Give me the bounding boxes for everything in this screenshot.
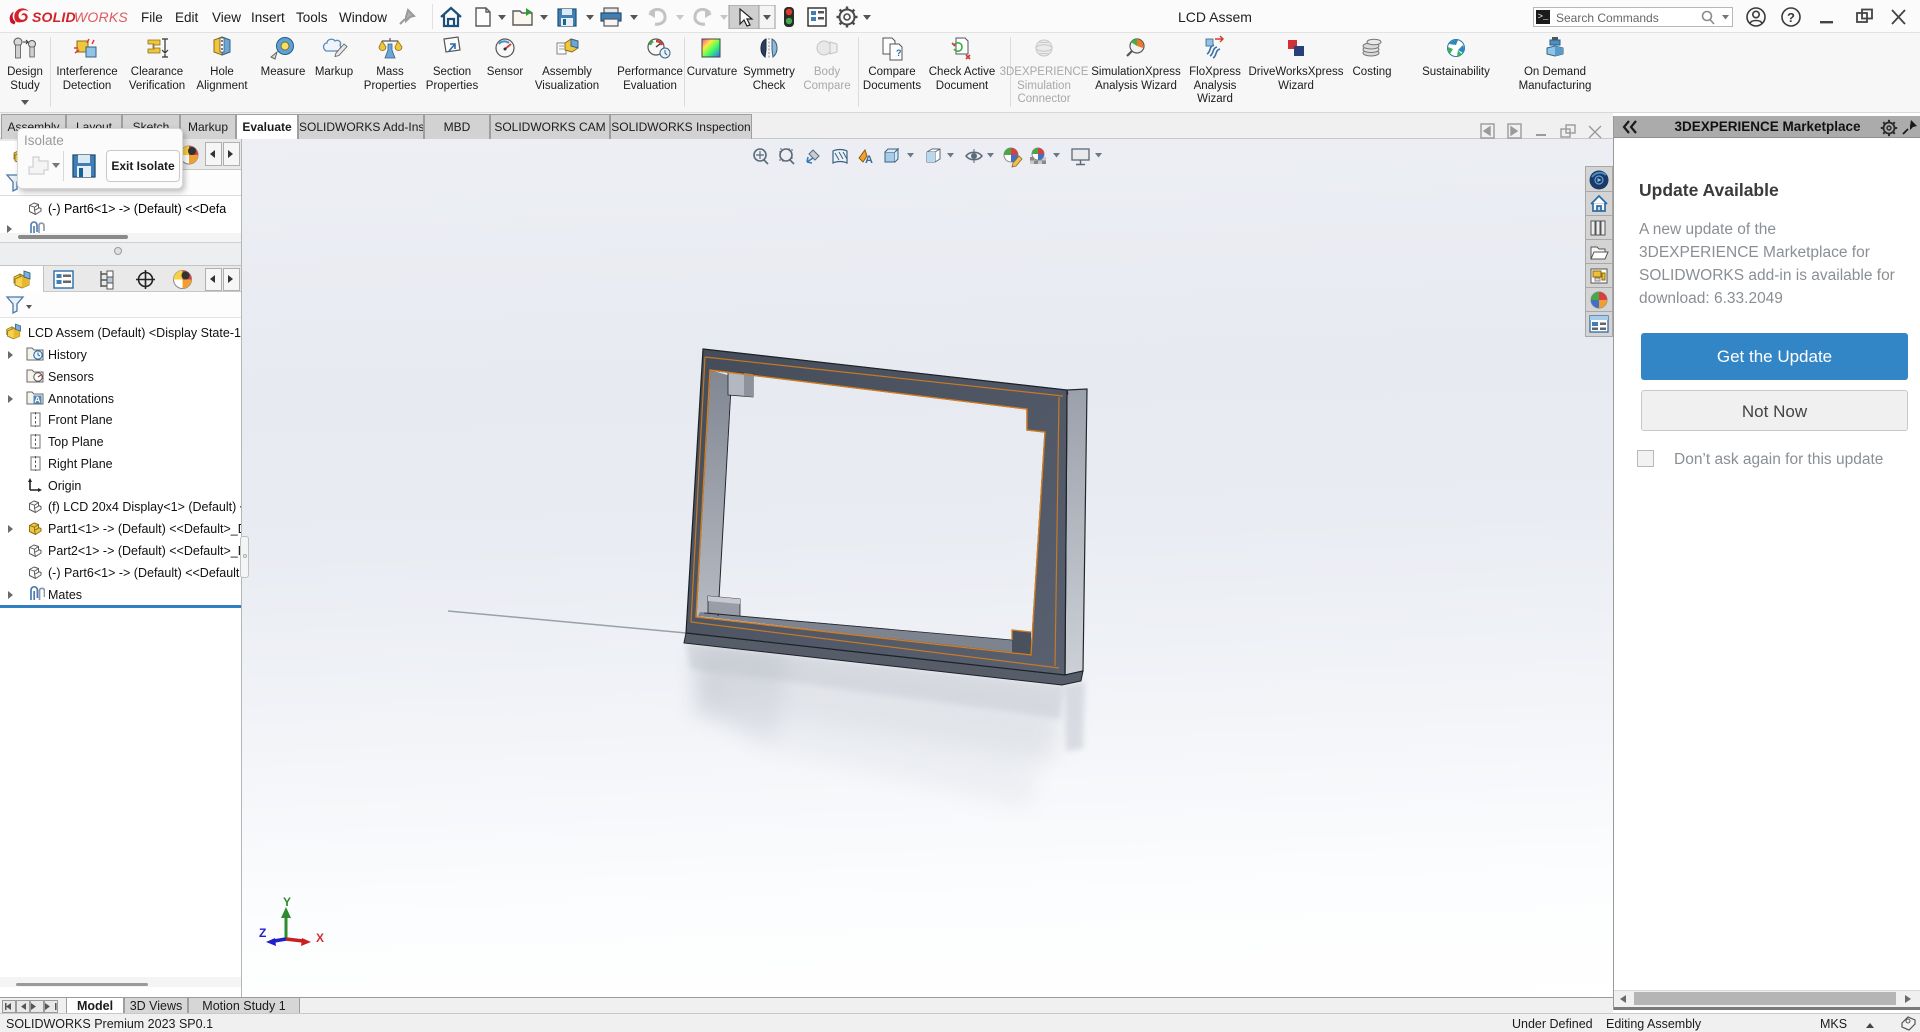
svg-text:Y: Y — [283, 895, 291, 909]
svg-text:SOLID: SOLID — [32, 9, 76, 25]
svg-text:Z: Z — [259, 926, 266, 940]
svg-text:?: ? — [1787, 10, 1795, 25]
svg-text:?: ? — [896, 48, 902, 58]
svg-text:WORKS: WORKS — [74, 9, 128, 25]
svg-text:A: A — [865, 154, 873, 166]
svg-text:X: X — [316, 931, 324, 945]
